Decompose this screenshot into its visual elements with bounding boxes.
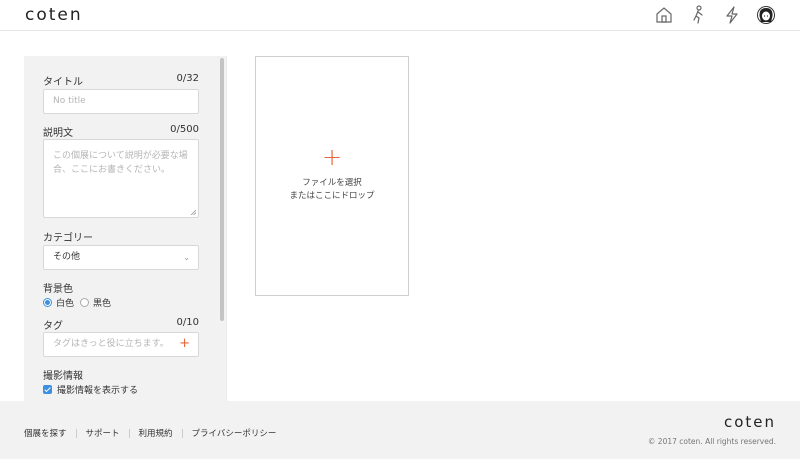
description-label: 説明文 <box>43 128 73 139</box>
app-header: coten <box>0 0 800 31</box>
tag-input[interactable]: タグはきっと役に立ちます。 + <box>43 332 199 357</box>
show-photo-info-row[interactable]: 撮影情報を表示する <box>43 383 138 396</box>
add-file-plus-icon[interactable]: + <box>256 145 408 169</box>
footer-link-privacy[interactable]: プライバシーポリシー <box>192 427 277 439</box>
background-color-label: 背景色 <box>43 284 73 295</box>
footer-logo[interactable]: coten <box>724 413 776 431</box>
upload-instructions: ファイルを選択 またはここにドロップ <box>256 177 408 203</box>
footer-link-support[interactable]: サポート <box>86 427 120 439</box>
background-black-label[interactable]: 黒色 <box>93 296 111 309</box>
footer-divider <box>181 428 183 438</box>
background-white-label[interactable]: 白色 <box>56 296 74 309</box>
footer-link-terms[interactable]: 利用規約 <box>139 427 173 439</box>
title-input[interactable]: No title <box>43 89 199 114</box>
upload-drop-text: またはここにドロップ <box>289 191 375 201</box>
page-footer: 個展を探す サポート 利用規約 プライバシーポリシー coten © 2017 … <box>0 401 800 459</box>
user-avatar-icon[interactable] <box>756 5 776 25</box>
background-color-radio-group: 白色 黒色 <box>43 296 117 309</box>
sidebar-scrollbar[interactable] <box>220 58 224 321</box>
background-white-radio[interactable] <box>43 298 52 307</box>
description-textarea[interactable]: この個展について説明が必要な場合、ここにお書きください。 <box>43 139 199 218</box>
photo-info-label: 撮影情報 <box>43 371 83 382</box>
category-select[interactable]: その他 ⌄ <box>43 245 199 270</box>
scroll-track <box>226 56 227 401</box>
category-selected-value: その他 <box>53 252 81 262</box>
description-char-count: 0/500 <box>170 124 199 135</box>
footer-link-explore[interactable]: 個展を探す <box>24 427 67 439</box>
footer-links: 個展を探す サポート 利用規約 プライバシーポリシー <box>24 427 276 439</box>
header-icon-bar <box>654 5 776 25</box>
add-tag-plus-icon[interactable]: + <box>179 337 190 351</box>
show-photo-info-label[interactable]: 撮影情報を表示する <box>57 383 138 396</box>
tag-placeholder: タグはきっと役に立ちます。 <box>53 339 169 349</box>
logo[interactable]: coten <box>25 5 83 25</box>
upload-select-file-text: ファイルを選択 <box>302 178 362 188</box>
title-label: タイトル <box>43 77 83 88</box>
tags-label: タグ <box>43 321 63 332</box>
footer-divider <box>75 428 77 438</box>
background-black-radio[interactable] <box>80 298 90 307</box>
chevron-down-icon: ⌄ <box>183 253 190 262</box>
resize-grip-icon[interactable] <box>190 209 196 215</box>
title-char-count: 0/32 <box>176 73 199 84</box>
category-label: カテゴリー <box>43 233 93 244</box>
description-placeholder: この個展について説明が必要な場合、ここにお書きください。 <box>53 151 188 175</box>
title-placeholder: No title <box>53 96 86 106</box>
walking-person-icon[interactable] <box>688 5 708 25</box>
show-photo-info-checkbox[interactable] <box>43 385 52 394</box>
home-icon[interactable] <box>654 5 674 25</box>
tags-count: 0/10 <box>176 317 199 328</box>
copyright-text: © 2017 coten. All rights reserved. <box>647 437 776 446</box>
lightning-icon[interactable] <box>722 5 742 25</box>
file-upload-dropzone[interactable]: + ファイルを選択 またはここにドロップ <box>255 56 409 296</box>
footer-divider <box>128 428 130 438</box>
